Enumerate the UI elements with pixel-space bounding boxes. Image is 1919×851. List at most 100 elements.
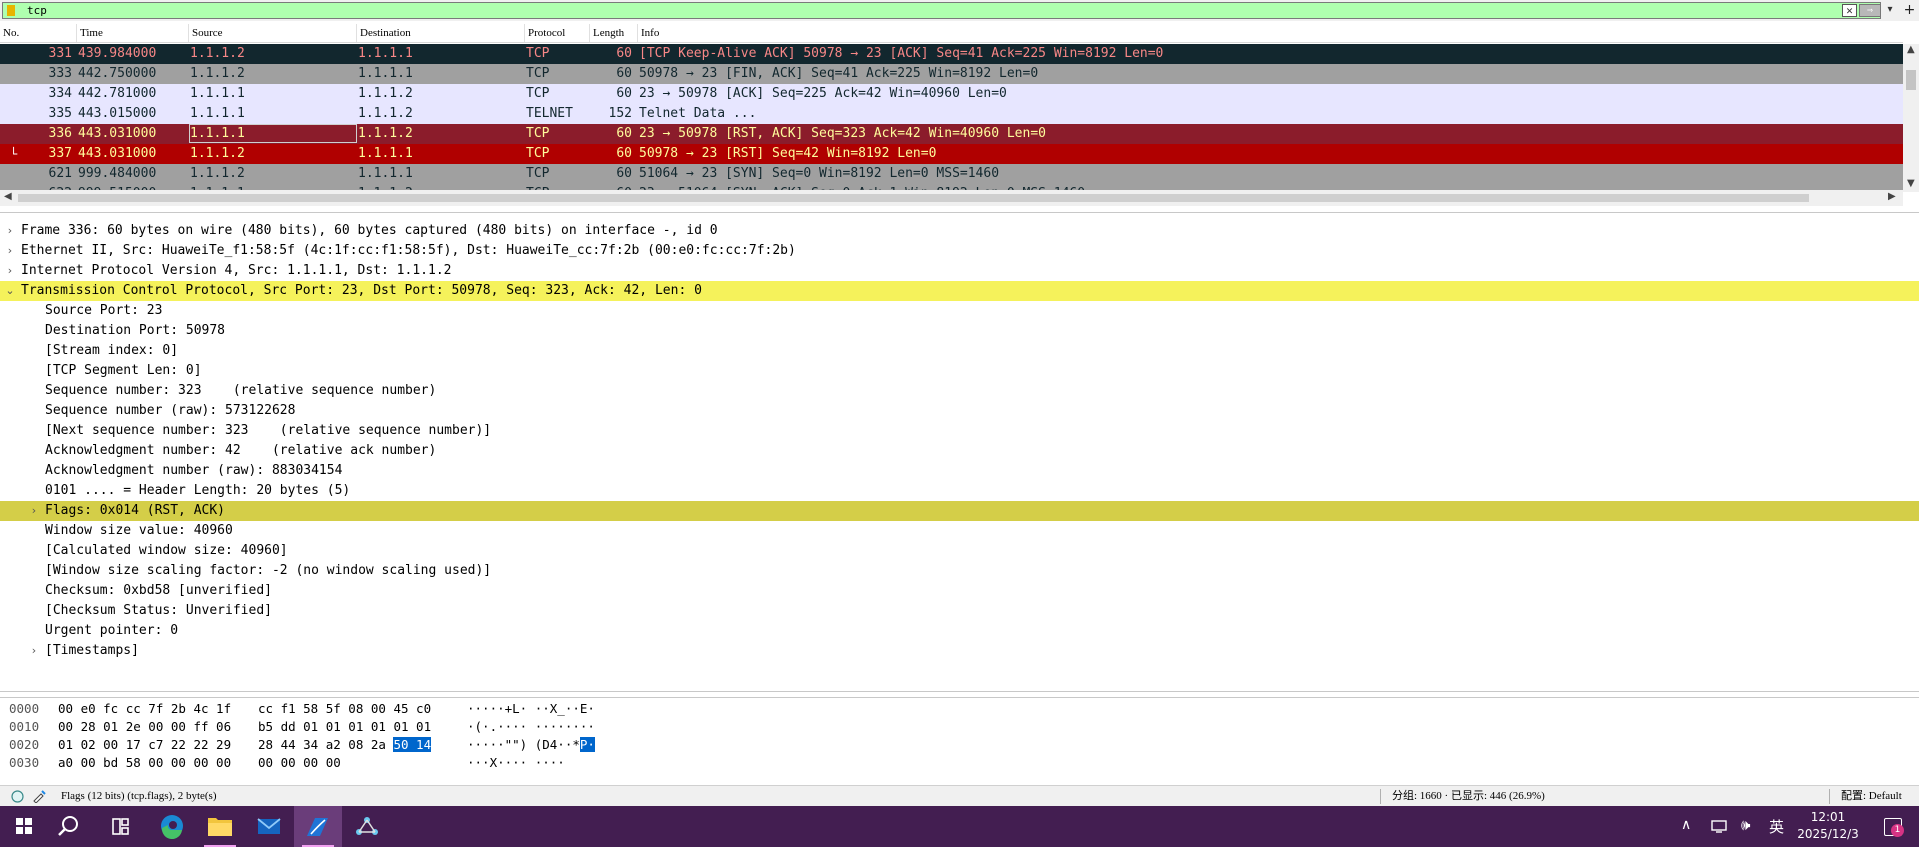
details-tree-item[interactable]: › [Timestamps]	[0, 641, 1919, 661]
collapse-chevron-icon[interactable]: ⌄	[4, 281, 16, 301]
packet-row[interactable]: 335 443.015000 1.1.1.1 1.1.1.2 TELNET 152 Teln…	[0, 104, 1903, 124]
hex-bytes[interactable]: b5 dd 01 01 01 01 01 01	[258, 718, 431, 736]
expand-chevron-icon[interactable]: ›	[28, 501, 40, 521]
hex-bytes-text: 28 44 34 a2 08 2a	[258, 737, 394, 752]
details-tree-item[interactable]: [Window size scaling factor: -2 (no wind…	[0, 561, 1919, 581]
show-hidden-icons-chevron-icon[interactable]: ∧	[1681, 817, 1691, 833]
expand-chevron-icon[interactable]: ›	[4, 221, 16, 241]
configuration-profile[interactable]: 配置: Default	[1841, 786, 1902, 806]
details-tree-item[interactable]: Sequence number (raw): 573122628	[0, 401, 1919, 421]
hex-dump-row: 0030 a0 00 bd 58 00 00 00 00 00 00 00 00 ··…	[0, 754, 1919, 772]
clock[interactable]: 12:01 2025/12/3	[1793, 809, 1863, 843]
ascii-dump[interactable]: ·····+L· ··X_··E·	[467, 700, 595, 718]
packet-length: 60	[616, 86, 632, 101]
packet-info: [TCP Keep-Alive ACK] 50978 → 23 [ACK] Se…	[639, 46, 1164, 61]
details-tree-item[interactable]: › Internet Protocol Version 4, Src: 1.1.1…	[0, 261, 1919, 281]
details-tree-item[interactable]: [Calculated window size: 40960]	[0, 541, 1919, 561]
details-item-text: Ethernet II, Src: HuaweiTe_f1:58:5f (4c:…	[21, 243, 796, 258]
scrollbar-thumb[interactable]	[18, 194, 1809, 202]
scrollbar-thumb[interactable]	[1906, 70, 1916, 90]
details-tree-item[interactable]: Acknowledgment number: 42 (relative ack …	[0, 441, 1919, 461]
column-header-no[interactable]: No.	[0, 24, 77, 42]
packet-list-vertical-scrollbar[interactable]: ▲ ▼	[1903, 44, 1919, 192]
packet-info: 50978 → 23 [RST] Seq=42 Win=8192 Len=0	[639, 146, 937, 161]
volume-icon[interactable]: 🕪	[1741, 816, 1750, 834]
hex-bytes[interactable]: 28 44 34 a2 08 2a 50 14	[258, 736, 432, 754]
details-tree-item[interactable]: › Flags: 0x014 (RST, ACK)	[0, 501, 1919, 521]
search-button[interactable]	[48, 806, 96, 847]
ascii-dump[interactable]: ·(·.···· ········	[467, 718, 595, 736]
packet-protocol: TCP	[526, 86, 550, 101]
details-tree-item[interactable]: [Stream index: 0]	[0, 341, 1919, 361]
network-icon[interactable]	[1711, 819, 1729, 834]
hex-bytes[interactable]: a0 00 bd 58 00 00 00 00	[58, 754, 231, 772]
input-method-indicator[interactable]: 英	[1769, 816, 1784, 837]
packet-row[interactable]: 334 442.781000 1.1.1.1 1.1.1.2 TCP 60 23 → 509…	[0, 84, 1903, 104]
windows-taskbar: ∧ 🕪 英 12:01 2025/12/3 1	[0, 806, 1919, 847]
expand-chevron-icon[interactable]: ›	[28, 641, 40, 661]
hex-bytes[interactable]: 00 28 01 2e 00 00 ff 06	[58, 718, 231, 736]
expand-chevron-icon[interactable]: ›	[4, 261, 16, 281]
details-tree-item[interactable]: [Checksum Status: Unverified]	[0, 601, 1919, 621]
taskbar-mail[interactable]	[245, 806, 293, 847]
filter-history-dropdown-icon[interactable]: ▾	[1883, 2, 1897, 18]
task-view-button[interactable]	[96, 806, 144, 847]
hex-dump-row: 0020 01 02 00 17 c7 22 22 29 28 44 34 a2 0…	[0, 736, 1919, 754]
details-tree-item[interactable]: › Frame 336: 60 bytes on wire (480 bits),…	[0, 221, 1919, 241]
apply-filter-button[interactable]: ⇒	[1859, 4, 1881, 17]
packet-row[interactable]: 621 999.484000 1.1.1.2 1.1.1.1 TCP 60 51064 → …	[0, 164, 1903, 184]
details-tree-item[interactable]: [TCP Segment Len: 0]	[0, 361, 1919, 381]
packet-row[interactable]: 337 443.031000 1.1.1.2 1.1.1.1 TCP 60 50978 → …	[0, 144, 1903, 164]
details-tree-item[interactable]: Urgent pointer: 0	[0, 621, 1919, 641]
clock-date: 2025/12/3	[1797, 827, 1859, 841]
edit-comment-icon[interactable]	[32, 790, 46, 803]
column-header-source[interactable]: Source	[189, 24, 357, 42]
scroll-down-icon[interactable]: ▼	[1907, 178, 1915, 189]
column-header-time[interactable]: Time	[77, 24, 189, 42]
packet-row[interactable]: 333 442.750000 1.1.1.2 1.1.1.1 TCP 60 50978 → …	[0, 64, 1903, 84]
column-header-destination[interactable]: Destination	[357, 24, 525, 42]
column-header-info[interactable]: Info	[638, 24, 1903, 42]
scroll-up-icon[interactable]: ▲	[1907, 44, 1915, 55]
packet-row[interactable]: 336 443.031000 1.1.1.1 1.1.1.2 TCP 60 23 → 509…	[0, 124, 1903, 144]
scroll-right-icon[interactable]: ▶	[1888, 191, 1896, 202]
details-item-text: Transmission Control Protocol, Src Port:…	[21, 283, 702, 298]
details-tree-item[interactable]: 0101 .... = Header Length: 20 bytes (5)	[0, 481, 1919, 501]
ascii-dump[interactable]: ···X···· ····	[467, 754, 565, 772]
expand-chevron-icon[interactable]: ›	[4, 241, 16, 261]
packet-list-horizontal-scrollbar[interactable]: ◀ ▶	[0, 190, 1903, 206]
hex-bytes[interactable]: 00 00 00 00	[258, 754, 341, 772]
clear-filter-icon[interactable]: ✕	[1842, 4, 1857, 17]
hex-bytes[interactable]: 01 02 00 17 c7 22 22 29	[58, 736, 231, 754]
packet-row[interactable]: 331 439.984000 1.1.1.2 1.1.1.1 TCP 60 [TCP Kee…	[0, 44, 1903, 64]
taskbar-wireshark[interactable]	[294, 806, 342, 847]
start-button[interactable]	[0, 806, 48, 847]
column-header-protocol[interactable]: Protocol	[525, 24, 590, 42]
ascii-dump[interactable]: ·····"") (D4··*P·	[467, 736, 595, 754]
notification-center-icon[interactable]: 1	[1884, 818, 1904, 837]
details-tree-item[interactable]: › Ethernet II, Src: HuaweiTe_f1:58:5f (4c…	[0, 241, 1919, 261]
details-tree-item[interactable]: Destination Port: 50978	[0, 321, 1919, 341]
display-filter-input[interactable]: tcp ✕ ⇒	[2, 2, 1881, 19]
scroll-left-icon[interactable]: ◀	[4, 191, 12, 202]
details-tree-item[interactable]: Checksum: 0xbd58 [unverified]	[0, 581, 1919, 601]
details-tree-item[interactable]: Acknowledgment number (raw): 883034154	[0, 461, 1919, 481]
packet-source: 1.1.1.1	[190, 106, 245, 121]
details-tree-item[interactable]: ⌄ Transmission Control Protocol, Src Port…	[0, 281, 1919, 301]
hex-bytes[interactable]: cc f1 58 5f 08 00 45 c0	[258, 700, 431, 718]
details-item-text: Destination Port: 50978	[45, 323, 226, 338]
details-tree-item[interactable]: Sequence number: 323 (relative sequence …	[0, 381, 1919, 401]
add-filter-button[interactable]: +	[1900, 0, 1919, 21]
details-tree-item[interactable]: [Next sequence number: 323 (relative seq…	[0, 421, 1919, 441]
details-tree-item[interactable]: Window size value: 40960	[0, 521, 1919, 541]
bookmark-icon[interactable]	[7, 5, 15, 16]
taskbar-network-app[interactable]	[343, 806, 391, 847]
details-tree-item[interactable]: Source Port: 23	[0, 301, 1919, 321]
taskbar-file-explorer[interactable]	[196, 806, 244, 847]
filter-text[interactable]: tcp	[27, 4, 47, 18]
column-header-length[interactable]: Length	[590, 24, 638, 42]
hex-bytes[interactable]: 00 e0 fc cc 7f 2b 4c 1f	[58, 700, 231, 718]
taskbar-edge[interactable]	[148, 806, 196, 847]
mail-icon	[257, 818, 281, 834]
expert-info-icon[interactable]	[11, 790, 24, 803]
